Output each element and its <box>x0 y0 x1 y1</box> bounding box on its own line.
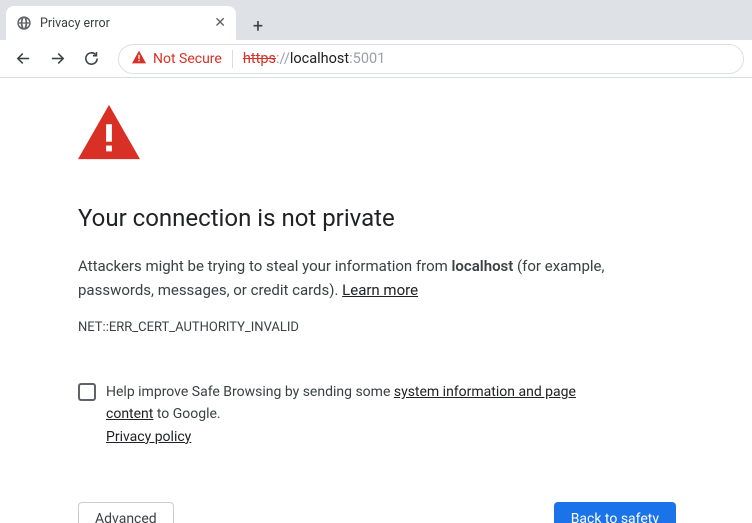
privacy-policy-link[interactable]: Privacy policy <box>106 429 191 445</box>
advanced-button[interactable]: Advanced <box>78 502 174 523</box>
url-text: https://localhost:5001 <box>243 50 385 67</box>
learn-more-link[interactable]: Learn more <box>342 281 418 299</box>
opt-in-row: Help improve Safe Browsing by sending so… <box>78 381 620 448</box>
address-bar[interactable]: Not Secure https://localhost:5001 <box>118 44 744 74</box>
warning-text-a: Attackers might be trying to steal your … <box>78 257 452 275</box>
warning-host: localhost <box>452 257 514 275</box>
new-tab-button[interactable]: + <box>244 12 272 40</box>
opt-text-b: to Google. <box>153 406 220 422</box>
safe-browsing-checkbox[interactable] <box>78 383 96 401</box>
page-title: Your connection is not private <box>78 204 620 232</box>
url-sep: :// <box>276 50 290 67</box>
error-code: NET::ERR_CERT_AUTHORITY_INVALID <box>78 320 620 335</box>
browser-tab[interactable]: Privacy error ✕ <box>6 6 236 40</box>
warning-paragraph: Attackers might be trying to steal your … <box>78 254 620 302</box>
back-to-safety-button[interactable]: Back to safety <box>554 502 676 523</box>
warning-icon <box>131 50 147 68</box>
tab-strip: Privacy error ✕ + <box>0 0 752 40</box>
url-port: :5001 <box>349 50 385 67</box>
not-secure-label: Not Secure <box>153 51 222 67</box>
url-host: localhost <box>290 50 349 67</box>
globe-icon <box>16 15 32 31</box>
opt-in-text: Help improve Safe Browsing by sending so… <box>106 381 620 448</box>
tab-title: Privacy error <box>40 16 206 31</box>
url-scheme: https <box>243 50 276 67</box>
forward-button[interactable] <box>42 44 72 74</box>
interstitial: Your connection is not private Attackers… <box>0 78 620 523</box>
opt-text-a: Help improve Safe Browsing by sending so… <box>106 384 394 400</box>
toolbar: Not Secure https://localhost:5001 <box>0 40 752 78</box>
warning-triangle-icon <box>78 104 140 160</box>
not-secure-chip[interactable]: Not Secure <box>131 50 233 68</box>
close-icon[interactable]: ✕ <box>214 16 226 30</box>
back-button[interactable] <box>8 44 38 74</box>
reload-button[interactable] <box>76 44 106 74</box>
button-row: Advanced Back to safety <box>78 502 676 523</box>
